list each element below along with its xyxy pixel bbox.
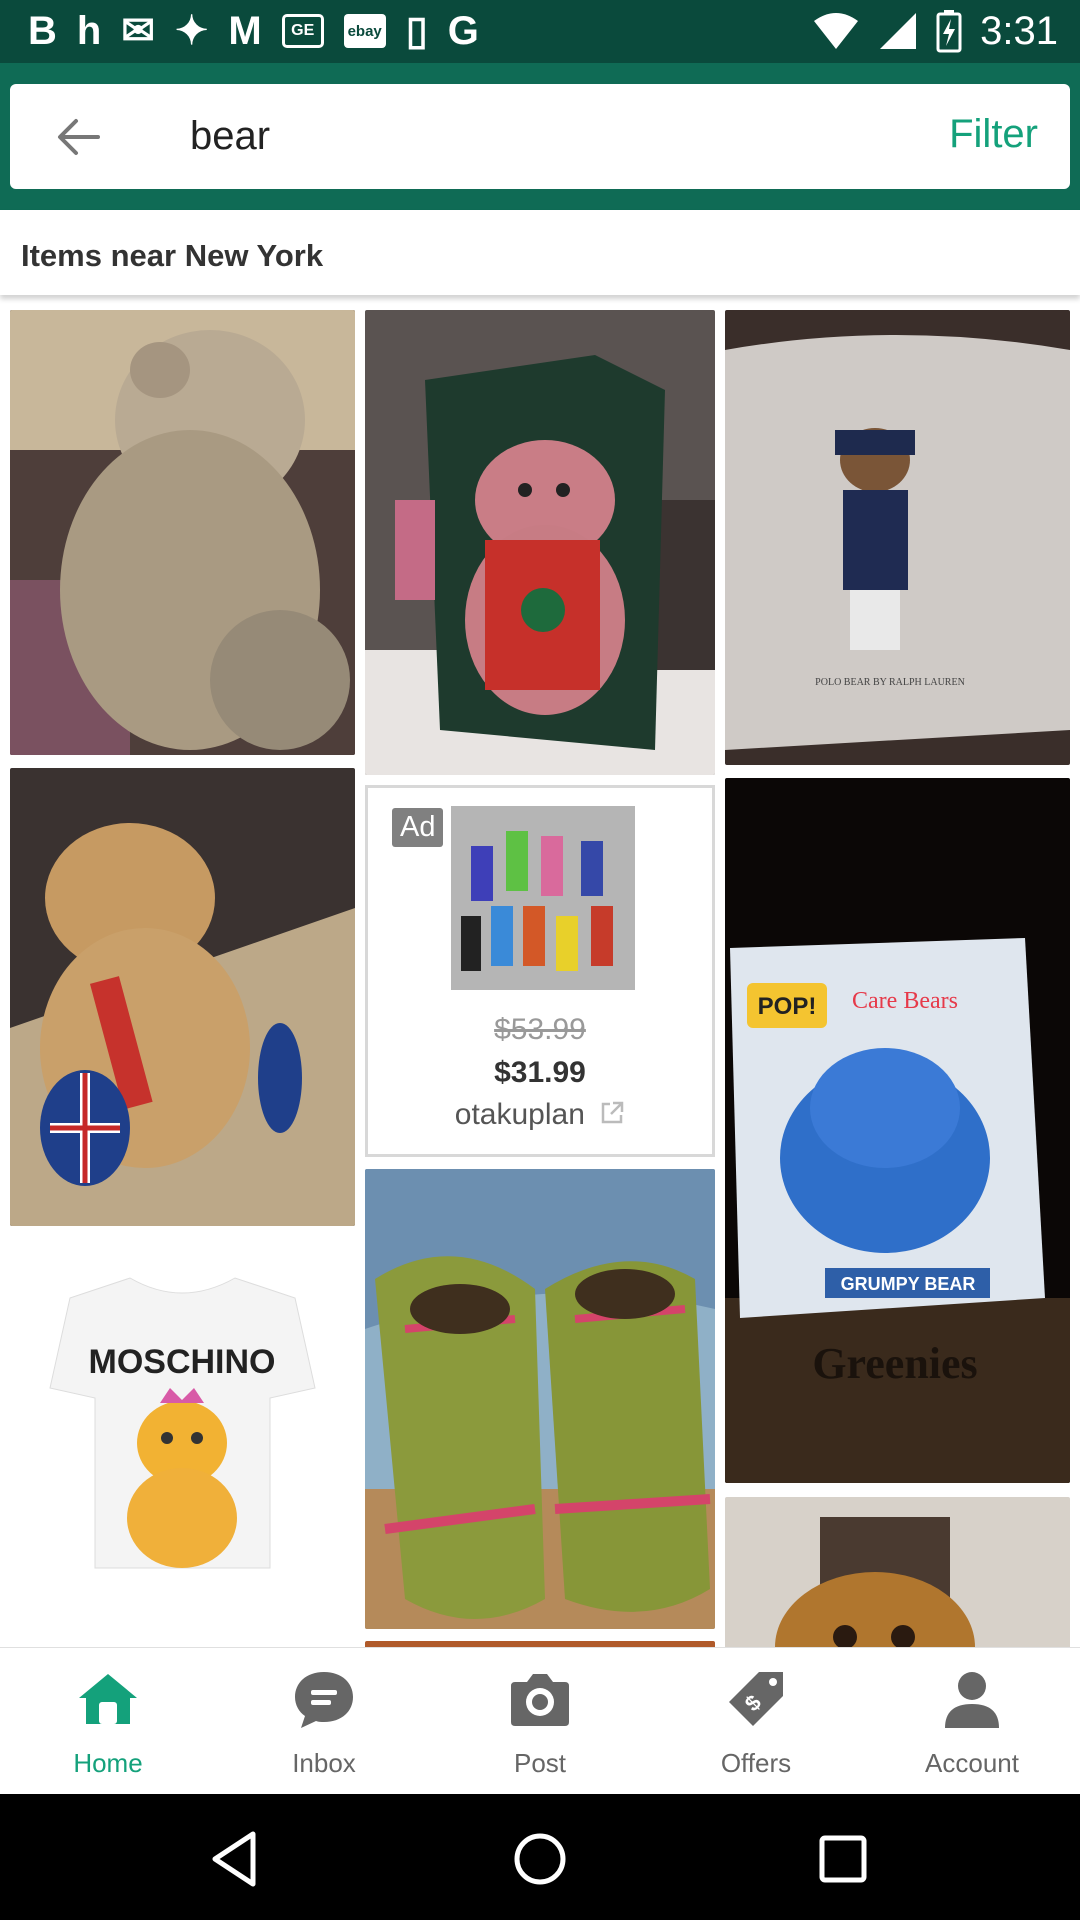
svg-text:Greenies: Greenies	[812, 1339, 977, 1388]
system-home-icon[interactable]	[507, 1826, 573, 1892]
signal-icon	[880, 13, 917, 49]
listing-photo: MOSCHINO	[10, 1238, 355, 1647]
search-header: Filter	[0, 63, 1080, 210]
svg-text:MOSCHINO: MOSCHINO	[89, 1343, 276, 1381]
listing-photo	[10, 310, 355, 755]
status-bar: B h ✉ ✦ M GE ebay ▯ G 3:31	[0, 0, 1080, 63]
filter-button[interactable]: Filter	[949, 112, 1038, 157]
nav-label-post: Post	[513, 1748, 567, 1778]
notification-icons: B h ✉ ✦ M GE ebay ▯ G	[28, 8, 479, 54]
nav-label-offers: Offers	[720, 1748, 792, 1778]
sparkle-icon: ✦	[174, 9, 209, 53]
listing-tile[interactable]	[365, 310, 715, 775]
ad-price: $31.99	[494, 1056, 586, 1089]
bottom-nav: Home Inbox Post $ Offers Account	[0, 1647, 1080, 1794]
listing-photo	[10, 768, 355, 1226]
nav-label-account: Account	[925, 1748, 1019, 1778]
listing-photo	[725, 1497, 1070, 1647]
home-icon	[79, 1674, 137, 1724]
listing-tile[interactable]	[365, 1169, 715, 1629]
listing-photo	[365, 310, 715, 775]
nav-offers[interactable]: $ Offers	[648, 1648, 864, 1795]
back-arrow-icon[interactable]	[50, 110, 110, 164]
mail-icon: ✉	[121, 9, 155, 53]
listing-tile[interactable]	[10, 310, 355, 755]
ad-seller-name: otakuplan	[454, 1098, 585, 1131]
nav-post[interactable]: Post	[432, 1648, 648, 1795]
chat-icon	[295, 1672, 353, 1728]
notification-icon-b: B	[28, 8, 57, 53]
system-back-icon[interactable]	[203, 1826, 269, 1892]
notification-icon-m: M	[228, 8, 262, 53]
search-input[interactable]	[190, 106, 910, 166]
status-right: 3:31	[812, 6, 1058, 56]
ad-original-price: $53.99	[494, 1013, 586, 1046]
ad-badge: Ad	[392, 808, 444, 847]
search-box: Filter	[10, 84, 1070, 189]
ad-product-image	[451, 806, 635, 990]
wifi-icon	[814, 13, 859, 49]
ad-card[interactable]: Ad $53.99 $31.99 otakuplan	[365, 785, 715, 1157]
ad-seller[interactable]: otakuplan	[368, 1098, 712, 1132]
svg-text:POP!: POP!	[758, 993, 817, 1020]
system-recents-icon[interactable]	[810, 1826, 876, 1892]
nav-account[interactable]: Account	[864, 1648, 1080, 1795]
phone-icon: ▯	[405, 9, 428, 53]
listing-grid: MOSCHINO Ad $53.99 $31.99 otakuplan POLO…	[0, 295, 1080, 1647]
nav-home[interactable]: Home	[0, 1648, 216, 1795]
google-icon: G	[447, 8, 479, 53]
listing-photo: POP! Care Bears GRUMPY BEAR Greenies	[725, 778, 1070, 1483]
camera-icon	[511, 1674, 569, 1726]
app-screen: B h ✉ ✦ M GE ebay ▯ G 3:31 Filter Items	[0, 0, 1080, 1920]
listing-tile[interactable]: POLO BEAR BY RALPH LAUREN	[725, 310, 1070, 765]
offer-tag-icon: $	[729, 1672, 783, 1726]
notification-icon-h: h	[76, 8, 102, 53]
external-link-icon	[601, 1101, 624, 1124]
svg-text:GRUMPY BEAR: GRUMPY BEAR	[841, 1274, 976, 1294]
listing-tile[interactable]: MOSCHINO	[10, 1238, 355, 1647]
nav-inbox[interactable]: Inbox	[216, 1648, 432, 1795]
listing-tile[interactable]: POP! Care Bears GRUMPY BEAR Greenies	[725, 778, 1070, 1483]
account-icon	[945, 1672, 999, 1728]
clock: 3:31	[980, 8, 1058, 53]
listing-tile[interactable]	[10, 768, 355, 1226]
location-label: Items near New York	[21, 238, 324, 273]
listing-tile[interactable]	[725, 1497, 1070, 1647]
listing-photo	[365, 1169, 715, 1629]
listing-photo: POLO BEAR BY RALPH LAUREN	[725, 310, 1070, 765]
battery-charging-icon	[936, 10, 962, 53]
svg-text:Care Bears: Care Bears	[852, 988, 958, 1014]
location-bar: Items near New York	[0, 210, 1080, 295]
nav-label-home: Home	[73, 1748, 143, 1778]
ge-icon: GE	[281, 14, 324, 48]
ebay-icon: ebay	[343, 14, 386, 48]
system-nav-bar	[0, 1794, 1080, 1920]
nav-label-inbox: Inbox	[292, 1748, 356, 1778]
svg-text:POLO BEAR BY RALPH LAUREN: POLO BEAR BY RALPH LAUREN	[815, 677, 965, 688]
